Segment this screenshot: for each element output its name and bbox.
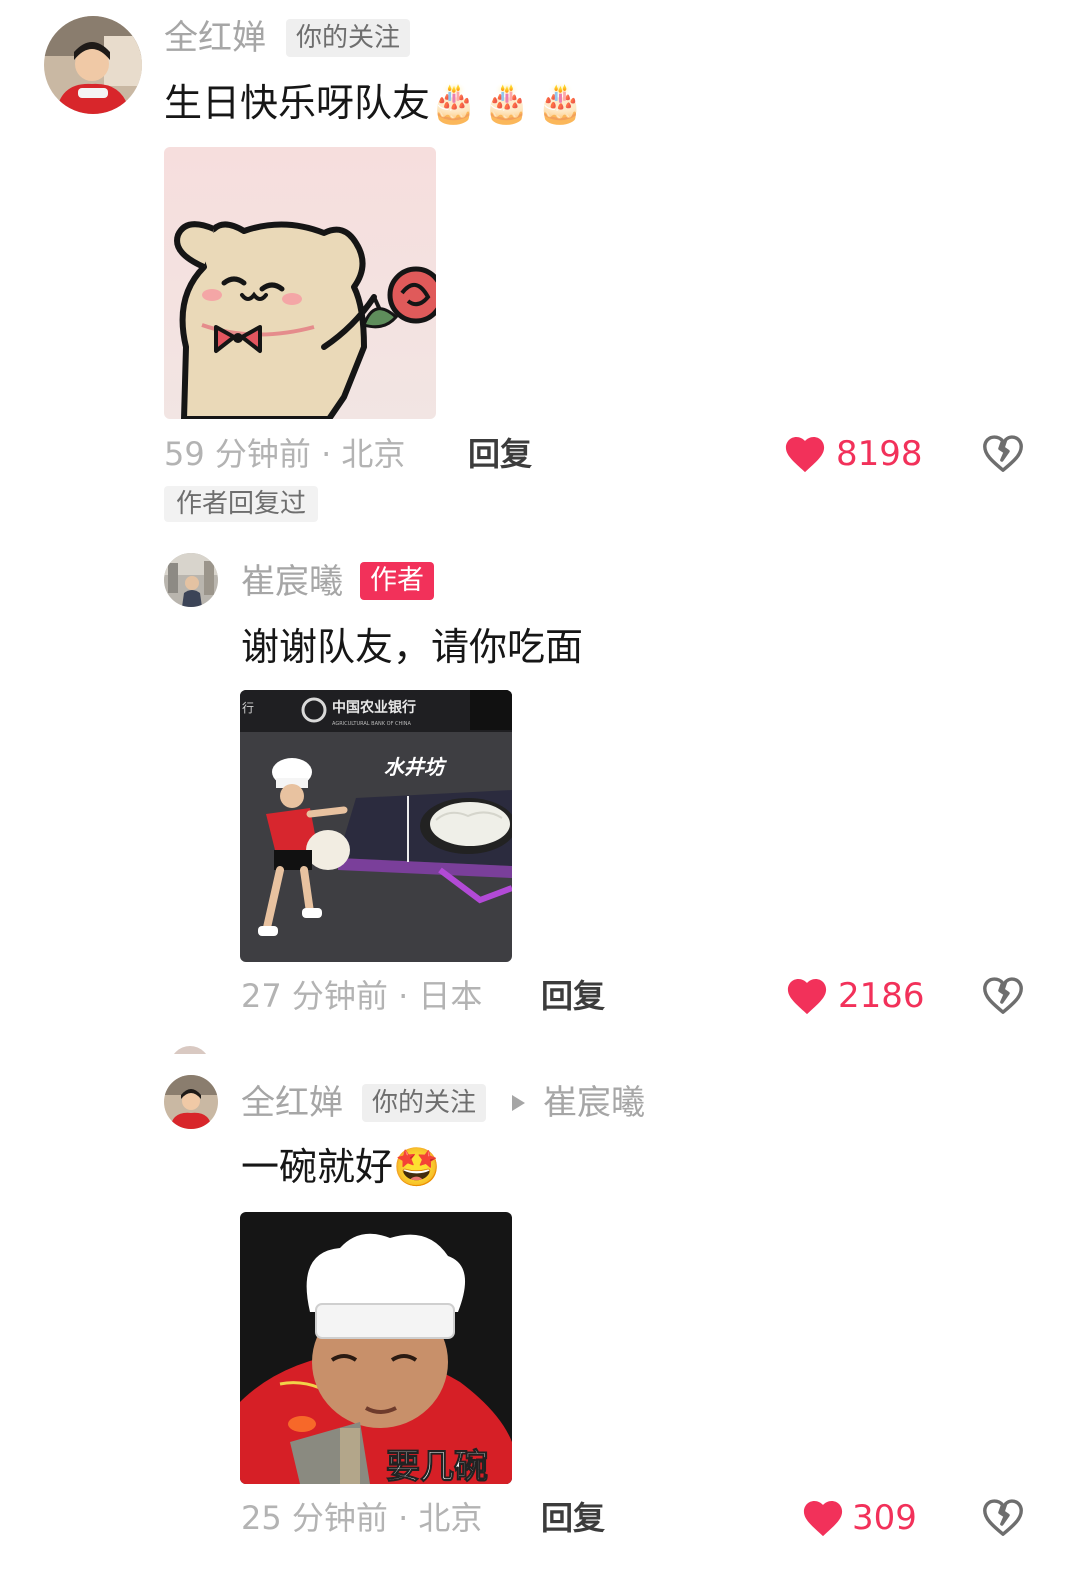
avatar[interactable]	[44, 16, 142, 114]
comment-body: 一碗就好	[241, 1145, 394, 1189]
comment-text: 生日快乐呀队友🎂🎂🎂	[164, 80, 590, 126]
follow-tag: 你的关注	[286, 19, 411, 57]
author-replied-badge[interactable]: 作者回复过	[164, 486, 319, 522]
star-struck-emoji: 🤩	[393, 1145, 441, 1189]
comment-body: 生日快乐呀队友	[164, 81, 431, 125]
reply-to-username[interactable]: 崔宸曦	[543, 1083, 645, 1123]
author-tag: 作者	[360, 562, 434, 600]
heart-icon	[803, 1500, 843, 1537]
broken-heart-icon[interactable]	[980, 1494, 1026, 1538]
brand-calligraphy: 水井坊	[384, 755, 447, 779]
reply-image[interactable]: 要几碗	[240, 1212, 512, 1484]
bank-banner-text: 中国农业银行	[332, 699, 416, 716]
banner-side-text: 行	[242, 701, 254, 715]
image-caption: 要几碗	[386, 1447, 488, 1484]
comment-meta: 25 分钟前 · 北京	[241, 1499, 483, 1537]
like-button[interactable]: 2186	[784, 972, 934, 1018]
username[interactable]: 崔宸曦	[241, 562, 343, 602]
avatar[interactable]	[164, 1075, 218, 1129]
comment-text: 一碗就好🤩	[241, 1144, 440, 1190]
comment-text: 谢谢队友，请你吃面	[241, 625, 584, 669]
like-count: 8198	[836, 434, 923, 474]
bank-banner-subtext: AGRICULTURAL BANK OF CHINA	[332, 721, 412, 727]
broken-heart-icon[interactable]	[980, 972, 1026, 1016]
broken-heart-icon[interactable]	[980, 430, 1026, 474]
reply-image[interactable]: 中国农业银行 AGRICULTURAL BANK OF CHINA 行 水井坊	[240, 690, 512, 962]
sticker-image[interactable]	[164, 147, 436, 419]
reply-button[interactable]: 回复	[541, 1498, 605, 1538]
comment-meta: 27 分钟前 · 日本	[241, 977, 483, 1015]
avatar[interactable]	[164, 553, 218, 607]
reply-button[interactable]: 回复	[541, 976, 605, 1016]
heart-icon	[787, 978, 827, 1015]
like-button[interactable]: 8198	[782, 430, 932, 476]
reply-arrow-icon	[512, 1095, 525, 1111]
heart-icon	[785, 436, 825, 473]
cake-emoji: 🎂🎂🎂	[430, 81, 590, 125]
reply-button[interactable]: 回复	[468, 434, 532, 474]
partial-avatar-edge	[170, 1046, 210, 1054]
like-count: 2186	[838, 976, 925, 1016]
username[interactable]: 全红婵	[241, 1083, 343, 1123]
like-button[interactable]: 309	[800, 1494, 930, 1540]
like-count: 309	[852, 1498, 917, 1538]
follow-tag: 你的关注	[362, 1084, 487, 1122]
username[interactable]: 全红婵	[164, 18, 266, 58]
comment-meta: 59 分钟前 · 北京	[164, 435, 406, 473]
